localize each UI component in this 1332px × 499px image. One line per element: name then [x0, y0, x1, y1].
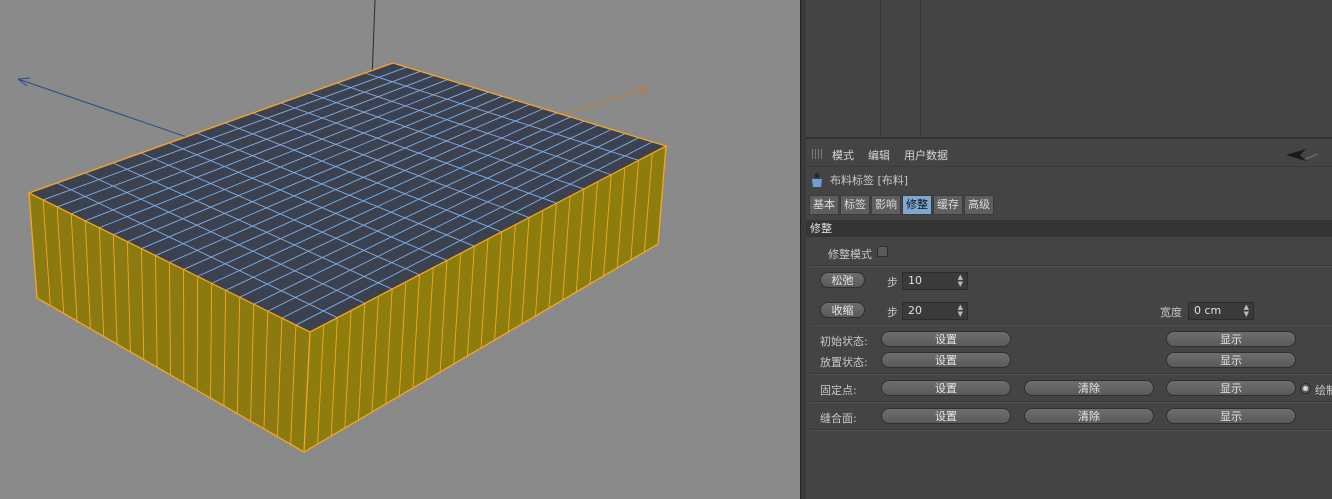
dressed-state-set-button[interactable]: 设置: [881, 352, 1011, 368]
tab-bar: 基本 标签 影响 修整 缓存 高级: [809, 195, 995, 215]
attributes-menubar: 模式 编辑 用户数据: [806, 142, 1332, 167]
back-arrow-icon[interactable]: [1284, 148, 1320, 162]
relax-steps-field[interactable]: 10 ▲ ▼: [902, 272, 968, 290]
tab-advanced[interactable]: 高级: [964, 195, 994, 215]
divider: [810, 429, 1332, 431]
grip-icon[interactable]: [812, 149, 822, 159]
shrink-width-label: 宽度: [1160, 306, 1182, 319]
dress-mode-checkbox[interactable]: [877, 246, 888, 257]
init-state-show-button[interactable]: 显示: [1166, 331, 1296, 347]
fix-points-show-button[interactable]: 显示: [1166, 380, 1296, 396]
menu-user-data[interactable]: 用户数据: [904, 147, 948, 163]
spinner-icon[interactable]: ▲ ▼: [958, 274, 963, 288]
relax-steps-label: 步: [887, 276, 898, 289]
spinner-icon[interactable]: ▲ ▼: [1244, 304, 1249, 318]
shrink-width-field[interactable]: 0 cm ▲ ▼: [1188, 302, 1254, 320]
seam-polys-set-button[interactable]: 设置: [881, 408, 1011, 424]
shrink-steps-label: 步: [887, 306, 898, 319]
fix-points-clear-button[interactable]: 清除: [1024, 380, 1154, 396]
cloth-mesh[interactable]: [0, 0, 800, 499]
shrink-button[interactable]: 收缩: [820, 302, 865, 318]
fix-points-draw-radio[interactable]: [1300, 383, 1311, 394]
tag-header: 布料标签 [布料]: [810, 171, 908, 189]
relax-steps-value: 10: [908, 274, 922, 287]
menu-edit[interactable]: 编辑: [868, 147, 890, 163]
dress-mode-label: 修整模式: [828, 248, 872, 261]
cloth-tag-icon: [812, 173, 822, 187]
tab-tag[interactable]: 标签: [840, 195, 870, 215]
section-title: 修整: [806, 220, 1332, 237]
fix-points-label: 固定点:: [820, 384, 857, 397]
relax-button[interactable]: 松弛: [820, 272, 865, 288]
menu-mode[interactable]: 模式: [832, 147, 854, 163]
tab-basic[interactable]: 基本: [809, 195, 839, 215]
tab-cache[interactable]: 缓存: [933, 195, 963, 215]
tag-title: 布料标签 [布料]: [830, 174, 909, 187]
seam-polys-clear-button[interactable]: 清除: [1024, 408, 1154, 424]
shrink-steps-value: 20: [908, 304, 922, 317]
object-manager-panel[interactable]: [806, 0, 1332, 139]
init-state-label: 初始状态:: [820, 335, 868, 348]
init-state-set-button[interactable]: 设置: [881, 331, 1011, 347]
viewport-3d[interactable]: [0, 0, 800, 499]
seam-polys-show-button[interactable]: 显示: [1166, 408, 1296, 424]
dressed-state-label: 放置状态:: [820, 356, 868, 369]
attributes-manager: 模式 编辑 用户数据 布料标签 [布料] 基本 标签 影响 修整 缓存 高级 修…: [806, 142, 1332, 499]
fix-points-set-button[interactable]: 设置: [881, 380, 1011, 396]
spinner-icon[interactable]: ▲ ▼: [958, 304, 963, 318]
shrink-width-value: 0 cm: [1194, 304, 1222, 317]
shrink-steps-field[interactable]: 20 ▲ ▼: [902, 302, 968, 320]
fix-points-draw-label: 绘制: [1315, 384, 1332, 397]
divider: [810, 324, 1332, 326]
divider: [810, 265, 1332, 267]
right-panel: 模式 编辑 用户数据 布料标签 [布料] 基本 标签 影响 修整 缓存 高级 修…: [806, 0, 1332, 499]
divider: [810, 373, 1332, 375]
divider: [810, 401, 1332, 403]
seam-polys-label: 缝合面:: [820, 412, 857, 425]
tab-dresser[interactable]: 修整: [902, 195, 932, 215]
dressed-state-show-button[interactable]: 显示: [1166, 352, 1296, 368]
tab-influence[interactable]: 影响: [871, 195, 901, 215]
